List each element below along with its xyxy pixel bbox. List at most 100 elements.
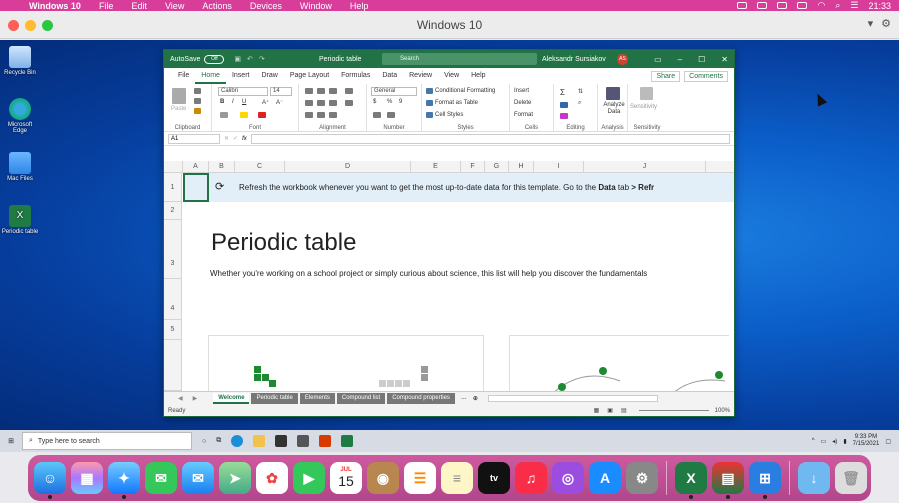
control-center-icon[interactable]: ☰ <box>850 0 858 11</box>
battery-icon[interactable] <box>797 2 808 9</box>
menu-actions[interactable]: Actions <box>193 1 241 11</box>
row-header-5[interactable]: 5 <box>164 320 182 340</box>
row-header-2[interactable]: 2 <box>164 202 182 220</box>
sensitivity-icon[interactable] <box>640 87 653 100</box>
fill-color-icon[interactable] <box>240 112 248 118</box>
decrease-decimal-icon[interactable] <box>387 112 395 118</box>
sheet-tab-welcome[interactable]: Welcome <box>213 392 250 404</box>
number-format-select[interactable]: General <box>371 87 417 96</box>
find-select-icon[interactable]: ⌕ <box>578 100 581 107</box>
merge-center-icon[interactable] <box>345 100 353 106</box>
undo-icon[interactable]: ↶ <box>247 55 253 63</box>
tab-help[interactable]: Help <box>465 68 491 84</box>
redo-icon[interactable]: ↷ <box>259 55 265 63</box>
format-painter-icon[interactable] <box>194 108 201 114</box>
row-header-4[interactable]: 4 <box>164 279 182 320</box>
tray-chevron-icon[interactable]: ^ <box>812 438 815 444</box>
reminders-icon[interactable]: ☰ <box>404 462 436 494</box>
align-top-icon[interactable] <box>305 88 313 94</box>
parallels-vm-icon[interactable]: ▤ <box>712 462 744 499</box>
minimize-icon[interactable]: – <box>678 55 682 64</box>
menu-file[interactable]: File <box>90 1 123 11</box>
column-header-c[interactable]: C <box>235 161 285 173</box>
column-header-d[interactable]: D <box>285 161 411 173</box>
zoom-slider[interactable] <box>638 410 709 411</box>
tab-file[interactable]: File <box>172 68 195 84</box>
file-name[interactable]: Periodic table <box>319 56 361 63</box>
windows-vm-icon[interactable]: ⊞ <box>749 462 781 499</box>
cancel-icon[interactable]: ✕ <box>224 135 229 142</box>
formula-input[interactable] <box>250 133 730 144</box>
column-header-h[interactable]: H <box>509 161 534 173</box>
autosum-icon[interactable]: Σ <box>560 88 565 97</box>
wifi-icon[interactable]: ◠ <box>817 0 825 11</box>
add-sheet-icon[interactable]: ⊕ <box>473 395 478 402</box>
page-layout-view-icon[interactable]: ▣ <box>607 407 613 414</box>
autosave-toggle[interactable]: Off <box>204 54 225 64</box>
conditional-formatting-button[interactable]: Conditional Formatting <box>435 88 495 94</box>
photos-icon[interactable]: ✿ <box>256 462 288 494</box>
podcasts-icon[interactable]: ◎ <box>552 462 584 494</box>
italic-button[interactable]: I <box>232 99 234 105</box>
enter-icon[interactable]: ✓ <box>233 135 238 142</box>
facetime-icon[interactable]: ▶ <box>293 462 325 494</box>
orientation-icon[interactable] <box>329 112 337 118</box>
format-cells-button[interactable]: Format <box>514 112 533 118</box>
clear-icon[interactable] <box>560 113 568 119</box>
finder-icon[interactable]: ☺ <box>34 462 66 499</box>
avatar[interactable]: AS <box>617 54 628 65</box>
analyze-data-icon[interactable] <box>606 87 620 100</box>
currency-icon[interactable]: $ <box>373 99 376 105</box>
sheet-tab-elements[interactable]: Elements <box>299 392 335 404</box>
ribbon-display-icon[interactable]: ▭ <box>654 55 662 64</box>
excel-icon[interactable]: X <box>675 462 707 499</box>
language-icon[interactable]: ▮ <box>843 438 846 445</box>
name-box[interactable]: A1 <box>168 133 220 144</box>
file-explorer-icon[interactable] <box>253 435 266 447</box>
menu-app[interactable]: Windows 10 <box>20 1 90 11</box>
tab-formulas[interactable]: Formulas <box>335 68 376 84</box>
column-header-g[interactable]: G <box>485 161 509 173</box>
tab-review[interactable]: Review <box>403 68 438 84</box>
gear-icon[interactable]: ⚙ <box>881 17 891 30</box>
trash-icon[interactable]: 🗑 <box>835 462 867 494</box>
comments-button[interactable]: Comments <box>684 70 728 82</box>
mail-icon[interactable]: ✉ <box>182 462 214 494</box>
tab-view[interactable]: View <box>438 68 465 84</box>
select-all-corner[interactable] <box>164 161 183 173</box>
wrap-text-icon[interactable] <box>345 88 353 94</box>
system-preferences-icon[interactable]: ⚙ <box>626 462 658 494</box>
row-header-3[interactable]: 3 <box>164 220 182 279</box>
calendar-icon[interactable]: JUL 15 <box>330 462 362 494</box>
tab-page-layout[interactable]: Page Layout <box>284 68 335 84</box>
zoom-window-button[interactable] <box>42 20 53 31</box>
notifications-icon[interactable]: ▢ <box>885 438 891 445</box>
align-bottom-icon[interactable] <box>329 88 337 94</box>
font-size-select[interactable]: 14 <box>270 87 292 96</box>
contacts-icon[interactable]: ◉ <box>367 462 399 494</box>
delete-cells-button[interactable]: Delete <box>514 100 531 106</box>
store-icon[interactable] <box>275 435 288 447</box>
edge-icon[interactable] <box>231 435 244 447</box>
desktop-icon-mac-files[interactable]: Mac Files <box>0 152 40 182</box>
taskbar-clock[interactable]: 9:33 PM 7/15/2021 <box>853 434 880 448</box>
taskbar-search-box[interactable]: ⌕ Type here to search <box>22 432 192 450</box>
menu-help[interactable]: Help <box>341 1 378 11</box>
safari-icon[interactable]: ✦ <box>108 462 140 499</box>
decrease-indent-icon[interactable] <box>305 112 313 118</box>
normal-view-icon[interactable]: ▦ <box>594 407 600 414</box>
increase-font-icon[interactable]: A⁺ <box>262 99 269 106</box>
apple-tv-icon[interactable]: tv <box>478 462 510 494</box>
borders-icon[interactable] <box>220 112 228 118</box>
menu-window[interactable]: Window <box>291 1 341 11</box>
comma-icon[interactable]: 9 <box>399 99 402 105</box>
menubar-clock[interactable]: 21:33 <box>868 1 891 11</box>
minimize-window-button[interactable] <box>25 20 36 31</box>
font-color-icon[interactable] <box>258 112 266 118</box>
align-right-icon[interactable] <box>329 100 337 106</box>
analyze-data-label[interactable]: Analyze Data <box>601 102 627 116</box>
column-header-e[interactable]: E <box>411 161 461 173</box>
underline-button[interactable]: U <box>242 99 246 105</box>
cell-styles-button[interactable]: Cell Styles <box>435 112 463 118</box>
sensitivity-label[interactable]: Sensitivity <box>630 104 657 110</box>
